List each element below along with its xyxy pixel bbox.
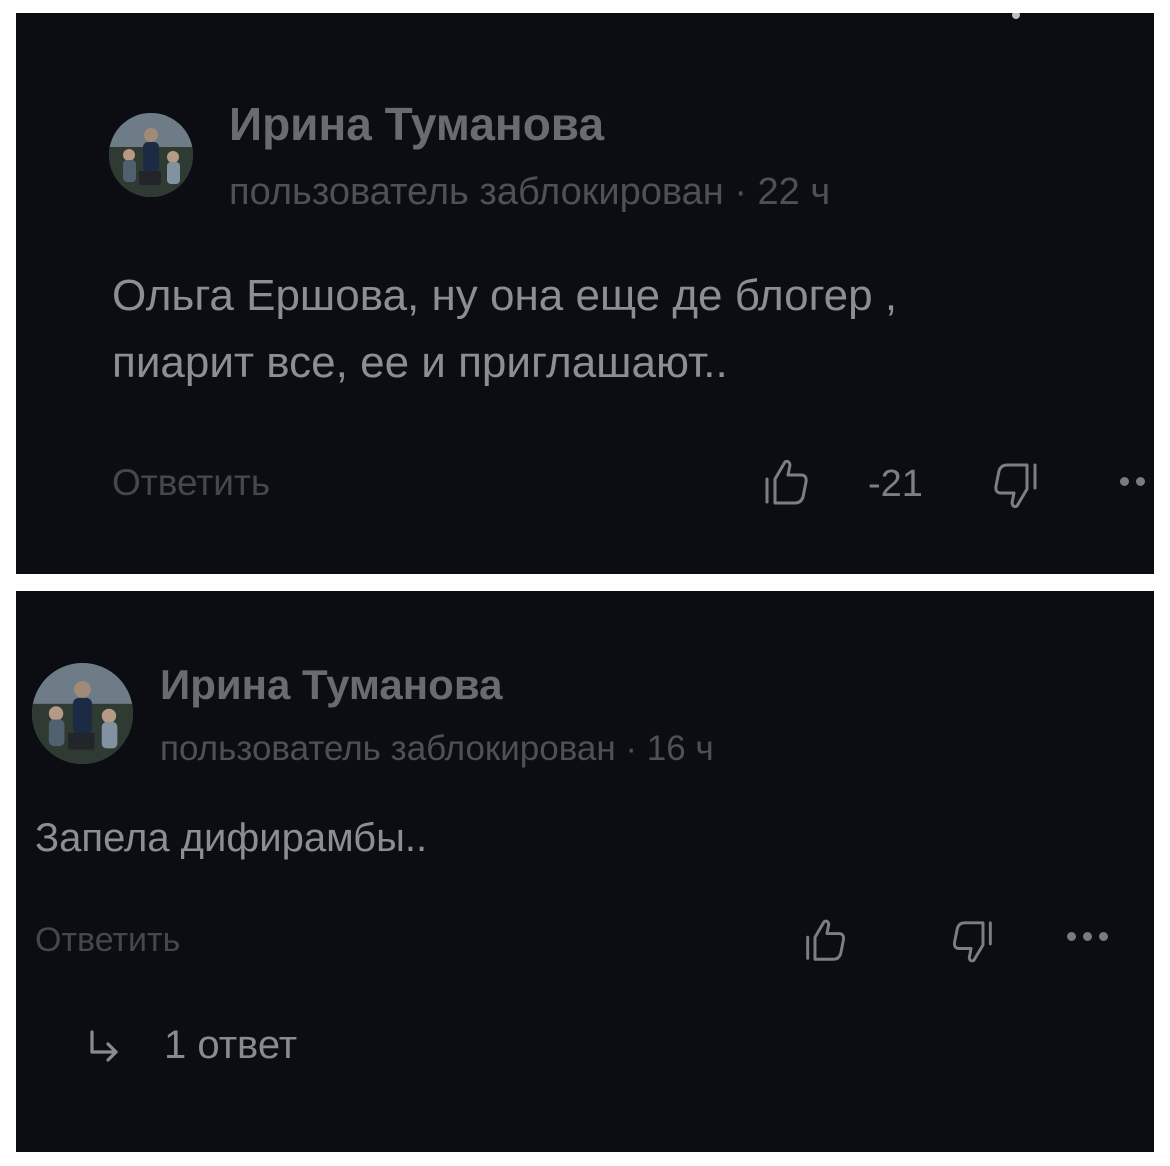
avatar-photo <box>109 113 193 197</box>
replies-toggle[interactable]: 1 ответ <box>86 1023 297 1068</box>
more-dot <box>1136 477 1145 486</box>
thumbs-down-icon[interactable] <box>950 919 994 967</box>
reply-button[interactable]: Ответить <box>112 462 270 504</box>
reply-arrow-icon <box>86 1026 124 1066</box>
more-dots-icon[interactable] <box>1067 932 1108 941</box>
more-dots-icon[interactable] <box>1120 477 1145 486</box>
comment-text-line-1: Ольга Ершова, ну она еще де блогер , <box>112 271 898 320</box>
comment-text: Ольга Ершова, ну она еще де блогер , пиа… <box>112 263 1142 397</box>
author-meta: пользователь заблокирован · 22 ч <box>229 171 831 213</box>
comment-card-2: Ирина Туманова пользователь заблокирован… <box>16 591 1154 1152</box>
author-name[interactable]: Ирина Туманова <box>160 661 502 709</box>
more-dot <box>1067 932 1076 941</box>
rating-count: -21 <box>868 463 923 505</box>
reply-button[interactable]: Ответить <box>35 921 180 960</box>
thumbs-up-icon[interactable] <box>804 917 848 963</box>
comment-text: Запела дифирамбы.. <box>35 816 428 860</box>
avatar[interactable] <box>109 113 193 197</box>
top-edge-dot <box>1012 13 1020 19</box>
author-name[interactable]: Ирина Туманова <box>229 97 604 151</box>
more-dot <box>1099 932 1108 941</box>
avatar[interactable] <box>32 663 133 764</box>
avatar-photo <box>32 663 133 764</box>
more-dot <box>1120 477 1129 486</box>
comment-card-1: Ирина Туманова пользователь заблокирован… <box>16 13 1154 574</box>
thumbs-up-icon[interactable] <box>763 457 811 507</box>
author-meta: пользователь заблокирован · 16 ч <box>160 729 714 768</box>
thumbs-down-icon[interactable] <box>991 461 1039 513</box>
more-dot <box>1083 932 1092 941</box>
replies-count: 1 ответ <box>164 1023 298 1067</box>
comment-text-line-2: пиарит все, ее и приглашают.. <box>112 337 728 387</box>
